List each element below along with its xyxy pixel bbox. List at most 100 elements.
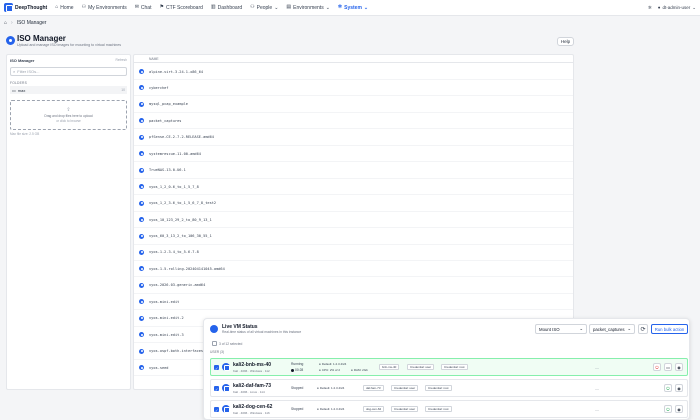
- start-button[interactable]: ⏻: [664, 384, 672, 392]
- nav-system[interactable]: ✲ System ⌄: [338, 5, 368, 11]
- nav-my-environments[interactable]: ⚇ My Environments: [82, 5, 127, 11]
- disc-icon: [139, 69, 144, 74]
- nav-chat[interactable]: ✉ Chat: [135, 5, 152, 11]
- disc-icon: [139, 85, 144, 91]
- nav-dashboard[interactable]: ▥ Dashboard: [211, 5, 242, 11]
- vm-checkbox[interactable]: [214, 365, 219, 370]
- iso-select[interactable]: packet_captures ⌄: [589, 324, 635, 334]
- credential-root[interactable]: Credential: root: [425, 385, 452, 391]
- vm-extra: —: [595, 386, 599, 391]
- vm-checkbox[interactable]: [214, 386, 219, 391]
- table-row[interactable]: systemrescue-11.00-amd64: [134, 146, 573, 163]
- user-menu[interactable]: ● dt-admin-user ⌄: [658, 5, 696, 11]
- credential-user[interactable]: Credential: user: [391, 385, 419, 391]
- vm-row[interactable]: kali2-bnb-ms-40Kali · 4096 · Windows · 1…: [210, 358, 688, 376]
- table-row[interactable]: alpine-virt-3.24.1-x86_64: [134, 64, 573, 80]
- file-name: vyos-mini-edit: [149, 299, 180, 304]
- server-icon: ▤: [286, 4, 292, 10]
- credential-user[interactable]: Credential: user: [391, 406, 419, 412]
- vm-row[interactable]: kali2-daf-fam-73Kali · 4096 · Linux · 11…: [210, 379, 688, 397]
- folder-item-max[interactable]: ▭ max 10: [10, 86, 127, 94]
- vm-checkbox[interactable]: [214, 407, 219, 412]
- gear-icon: ✲: [337, 4, 343, 10]
- table-row[interactable]: vyos-2026.03-generic-amd64: [134, 278, 573, 294]
- credential-root[interactable]: Credential: root: [441, 364, 468, 370]
- disc-action-button[interactable]: ◉: [675, 405, 683, 413]
- table-row[interactable]: pfSense-CE-2.7.2-RELEASE-amd64: [134, 130, 573, 146]
- disc-icon: [139, 151, 144, 157]
- file-name: vyos_1_2_0-6_to_1_5_7_8: [149, 184, 199, 189]
- file-name: vyos-2026.03-generic-amd64: [149, 283, 206, 288]
- folder-label: max: [17, 87, 26, 93]
- max-file-size: Max file size: 2.5 GB: [10, 132, 40, 136]
- folder-count: 10: [121, 88, 125, 92]
- table-row[interactable]: vyos-1.2.3.4_to_5.6.7.8: [134, 245, 573, 261]
- dropzone-subtext: or click to browse: [56, 119, 81, 123]
- nav-people[interactable]: ⚇ People ⌄: [250, 5, 278, 11]
- home-icon: ⌂: [55, 4, 59, 10]
- chevron-down-icon: ⌄: [363, 4, 369, 11]
- vm-name[interactable]: kali2-daf-fam-73: [233, 383, 271, 389]
- vm-row[interactable]: kali2-dog-cen-62Kali · 4096 · Windows · …: [210, 400, 688, 418]
- vm-name[interactable]: kali2-dog-cen-62: [233, 404, 272, 410]
- vm-meta: Kali · 4096 · Linux · 114: [233, 390, 265, 394]
- start-button[interactable]: ⏻: [664, 405, 672, 413]
- disc-action-button[interactable]: ◉: [675, 363, 683, 371]
- action-select[interactable]: Mount ISO ⌄: [535, 324, 587, 334]
- table-row[interactable]: packet_captures: [134, 113, 573, 130]
- table-row[interactable]: vyos-mini-edit: [134, 294, 573, 311]
- stop-button[interactable]: ⏻: [653, 363, 661, 371]
- disc-icon: [139, 348, 144, 354]
- live-vm-status-panel: Live VM Status Real-time status of all v…: [203, 318, 690, 420]
- table-row[interactable]: vyos_10_123_29_2_to_80_9_13_1: [134, 212, 573, 229]
- select-all-checkbox[interactable]: [212, 341, 217, 346]
- home-icon[interactable]: ⌂: [4, 20, 7, 26]
- file-name: vyos-ospf-both-interfaces: [149, 349, 204, 354]
- brand-logo[interactable]: DeepThought: [4, 3, 47, 12]
- nav-ctf-scoreboard[interactable]: ⚑ CTF Scoreboard: [159, 5, 202, 11]
- group-label: USER (3): [210, 350, 225, 354]
- power-icon: ⏻: [666, 385, 670, 391]
- filter-input[interactable]: ⌕ Filter ISOs...: [10, 67, 127, 76]
- vm-uptime: 00:28: [291, 368, 303, 372]
- settings-icon[interactable]: ✲: [648, 5, 652, 11]
- power-icon: ⏻: [666, 406, 670, 412]
- vm-status: Stopped: [291, 407, 304, 411]
- table-row[interactable]: vyos_60_3_13_2_to_106_30_55_1: [134, 229, 573, 245]
- vm-tag: dog-cen-62: [363, 406, 385, 412]
- table-row[interactable]: mysql_pcap_example: [134, 97, 573, 113]
- disc-icon: [139, 134, 144, 140]
- nav-home[interactable]: ⌂ Home: [55, 5, 73, 11]
- table-row[interactable]: vyos_1_2_3-6_to_1_5_6_7_8_test2: [134, 196, 573, 212]
- vm-status: Stopped: [291, 386, 304, 390]
- monitor-icon: [210, 325, 218, 333]
- vm-name[interactable]: kali2-bnb-ms-40: [233, 362, 271, 368]
- disc-icon: [139, 101, 144, 107]
- chevron-down-icon: ⌄: [579, 326, 583, 331]
- disc-action-button[interactable]: ◉: [675, 384, 683, 392]
- table-row[interactable]: TrueNAS-13.0-U6.1: [134, 163, 573, 179]
- brand-name: DeepThought: [15, 4, 48, 11]
- console-button[interactable]: ▭: [664, 363, 672, 371]
- refresh-link[interactable]: Refresh: [115, 58, 127, 63]
- chat-icon: ✉: [134, 4, 139, 10]
- help-button[interactable]: Help: [557, 37, 574, 46]
- disc-icon: [139, 184, 144, 190]
- credential-root[interactable]: Credential: root: [425, 406, 452, 412]
- nav-environments[interactable]: ▤ Environments ⌄: [286, 5, 330, 11]
- refresh-button[interactable]: ⟳: [638, 324, 648, 334]
- vm-network: ● Default: 1.2.3.4/24: [317, 407, 345, 411]
- table-row[interactable]: vyos_1_2_0-6_to_1_5_7_8: [134, 179, 573, 196]
- user-icon: ●: [657, 5, 661, 10]
- table-row[interactable]: cyberchef: [134, 80, 573, 97]
- disc-icon: [139, 315, 144, 321]
- table-row[interactable]: vyos-1.5-rolling-202404141045-amd64: [134, 261, 573, 278]
- upload-dropzone[interactable]: ⇪ Drag and drop files here to upload or …: [10, 100, 127, 130]
- credential-user[interactable]: Credential: user: [407, 364, 435, 370]
- run-bulk-action-button[interactable]: Run bulk action: [651, 324, 688, 334]
- file-name: vyos-mini-edit-3: [149, 332, 184, 337]
- breadcrumb: ⌂ › ISO Manager: [4, 18, 46, 28]
- file-name: vyos_60_3_13_2_to_106_30_55_1: [149, 234, 212, 238]
- top-navigation: DeepThought ⌂ Home ⚇ My Environments ✉ Chat…: [0, 0, 700, 16]
- selection-count: 3 of 12 selected: [212, 341, 242, 346]
